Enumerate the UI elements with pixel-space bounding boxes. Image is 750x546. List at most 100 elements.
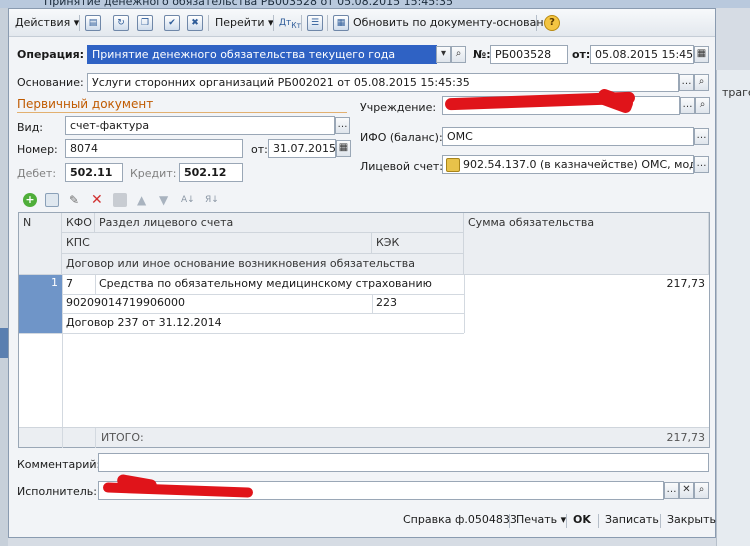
calendar-icon[interactable]: ▦ bbox=[694, 46, 709, 63]
save-close-icon[interactable]: ▤ bbox=[85, 15, 101, 31]
col-header-section[interactable]: Раздел лицевого счета bbox=[95, 213, 464, 233]
print-menu[interactable]: Печать ▾ bbox=[516, 511, 566, 529]
total-value: 217,73 bbox=[666, 431, 706, 444]
executor-label: Исполнитель: bbox=[17, 485, 97, 498]
sort-asc-icon[interactable]: A↓ bbox=[181, 193, 195, 207]
col-header-n[interactable]: N bbox=[19, 213, 62, 275]
help-icon[interactable]: ? bbox=[544, 15, 560, 31]
basis-select-button[interactable]: … bbox=[679, 74, 694, 91]
doc-date-label: от: bbox=[251, 143, 268, 156]
copy-row-icon[interactable] bbox=[45, 193, 59, 207]
doc-type-label: Вид: bbox=[17, 121, 44, 134]
credit-label: Кредит: bbox=[130, 167, 177, 180]
executor-clear-icon[interactable]: ✕ bbox=[679, 482, 694, 499]
account-field[interactable]: 902.54.137.0 (в казначействе) ОМС, модер… bbox=[442, 155, 694, 174]
operation-search-icon[interactable]: ⌕ bbox=[451, 46, 466, 63]
basis-label: Основание: bbox=[17, 76, 84, 89]
move-down-icon[interactable]: ▼ bbox=[159, 193, 173, 207]
basis-field[interactable]: Услуги сторонних организаций РБ002021 от… bbox=[87, 73, 679, 92]
row-number-cell[interactable]: 1 bbox=[19, 275, 62, 333]
ifo-select-button[interactable]: … bbox=[694, 128, 709, 145]
ok-button[interactable]: OK bbox=[573, 511, 591, 529]
grid-line bbox=[62, 428, 63, 448]
refill-by-basis-button[interactable]: Обновить по документу-основанию bbox=[353, 14, 560, 32]
actions-menu[interactable]: Действия ▾ bbox=[15, 14, 79, 32]
grid-line bbox=[62, 313, 464, 314]
end-edit-icon[interactable] bbox=[113, 193, 127, 207]
institution-search-icon[interactable]: ⌕ bbox=[695, 97, 710, 114]
add-row-icon[interactable]: + bbox=[23, 193, 37, 207]
post-icon[interactable]: ✔ bbox=[164, 15, 180, 31]
doc-number-field[interactable]: 8074 bbox=[65, 139, 243, 158]
background-right-label: траге bbox=[722, 86, 750, 99]
operation-field[interactable]: Принятие денежного обязательства текущег… bbox=[87, 45, 437, 64]
grid-line bbox=[464, 275, 465, 333]
section-underline bbox=[17, 112, 347, 113]
grid-line bbox=[372, 294, 373, 313]
doc-type-field[interactable]: счет-фактура bbox=[65, 116, 335, 135]
col-header-kfo[interactable]: КФО bbox=[62, 213, 95, 233]
doc-type-select-button[interactable]: … bbox=[335, 117, 350, 134]
background-selection bbox=[0, 328, 8, 358]
cell-contract[interactable]: Договор 237 от 31.12.2014 bbox=[62, 314, 226, 332]
operation-label: Операция: bbox=[17, 48, 85, 61]
move-up-icon[interactable]: ▲ bbox=[137, 193, 151, 207]
debit-field[interactable]: 502.11 bbox=[65, 163, 123, 182]
doc-date-field[interactable]: 31.07.2015 bbox=[268, 139, 336, 158]
unpost-icon[interactable]: ✖ bbox=[187, 15, 203, 31]
dt-kt-icon[interactable]: ДтКт bbox=[279, 14, 301, 32]
delete-row-icon[interactable]: ✕ bbox=[91, 193, 105, 207]
credit-field[interactable]: 502.12 bbox=[179, 163, 243, 182]
executor-select-button[interactable]: … bbox=[664, 482, 679, 499]
fill-by-basis-icon[interactable]: ▦ bbox=[333, 15, 349, 31]
copy-icon[interactable]: ❐ bbox=[137, 15, 153, 31]
ifo-field[interactable]: ОМС bbox=[442, 127, 694, 146]
col-header-contract[interactable]: Договор или иное основание возникновения… bbox=[62, 254, 464, 275]
background-window-title: Принятие денежного обязательства РБ00352… bbox=[44, 0, 453, 8]
refresh-icon[interactable]: ↻ bbox=[113, 15, 129, 31]
background-left-panel bbox=[0, 8, 8, 546]
primary-document-title: Первичный документ bbox=[17, 97, 154, 111]
grid-line bbox=[19, 333, 464, 334]
document-window: Действия ▾ ▤ ↻ ❐ ✔ ✖ Перейти ▾ ДтКт ☰ ▦ … bbox=[8, 8, 716, 538]
account-label: Лицевой счет: bbox=[360, 160, 443, 173]
col-header-kek[interactable]: КЭК bbox=[372, 233, 464, 254]
cell-kek[interactable]: 223 bbox=[372, 294, 401, 312]
basis-search-icon[interactable]: ⌕ bbox=[694, 74, 709, 91]
background-title-bar: Принятие денежного обязательства РБ00352… bbox=[0, 0, 750, 8]
cell-amount[interactable]: 217,73 bbox=[464, 275, 709, 293]
print-form-button[interactable]: Справка ф.0504833 bbox=[403, 511, 517, 529]
col-header-kps[interactable]: КПС bbox=[62, 233, 372, 254]
executor-search-icon[interactable]: ⌕ bbox=[694, 482, 709, 499]
cell-kfo[interactable]: 7 bbox=[62, 275, 77, 293]
date-field[interactable]: 05.08.2015 15:45:35 bbox=[590, 45, 694, 64]
structure-icon[interactable]: ☰ bbox=[307, 15, 323, 31]
goto-menu[interactable]: Перейти ▾ bbox=[215, 14, 274, 32]
edit-row-icon[interactable]: ✎ bbox=[69, 193, 83, 207]
account-select-button[interactable]: … bbox=[694, 156, 709, 173]
col-header-amount[interactable]: Сумма обязательства bbox=[464, 213, 709, 275]
ifo-label: ИФО (баланс): bbox=[360, 131, 443, 144]
doc-number-label: Номер: bbox=[17, 143, 58, 156]
number-field[interactable]: РБ003528 bbox=[490, 45, 568, 64]
institution-select-button[interactable]: … bbox=[680, 97, 695, 114]
toolbar: Действия ▾ ▤ ↻ ❐ ✔ ✖ Перейти ▾ ДтКт ☰ ▦ … bbox=[9, 9, 715, 37]
sort-desc-icon[interactable]: Я↓ bbox=[205, 193, 219, 207]
grid-line bbox=[62, 294, 464, 295]
operation-dropdown-button[interactable]: ▾ bbox=[436, 46, 451, 63]
cell-section[interactable]: Средства по обязательному медицинскому с… bbox=[95, 275, 436, 293]
row-number: 1 bbox=[51, 276, 58, 289]
doc-calendar-icon[interactable]: ▦ bbox=[336, 140, 351, 157]
cell-kps[interactable]: 90209014719906000 bbox=[62, 294, 189, 312]
institution-label: Учреждение: bbox=[360, 101, 437, 114]
account-icon bbox=[446, 158, 460, 172]
background-right-panel bbox=[716, 70, 750, 546]
debit-label: Дебет: bbox=[17, 167, 57, 180]
date-label: от: bbox=[572, 48, 591, 61]
number-label: №: bbox=[473, 48, 491, 61]
save-button[interactable]: Записать bbox=[605, 511, 659, 529]
comment-label: Комментарий: bbox=[17, 458, 101, 471]
comment-field[interactable] bbox=[98, 453, 709, 472]
close-button[interactable]: Закрыть bbox=[667, 511, 716, 529]
obligations-table: N КФО Раздел лицевого счета Сумма обязат… bbox=[18, 212, 710, 448]
